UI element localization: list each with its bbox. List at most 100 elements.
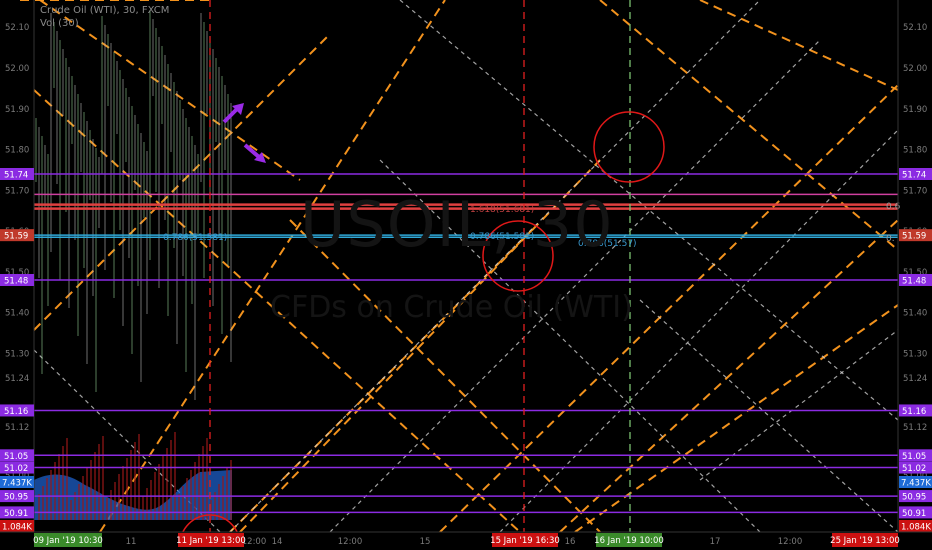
x-tick-label: 12:00 (778, 537, 803, 547)
indicator-label[interactable]: Vol (30) (40, 17, 169, 30)
volume-bar (186, 478, 188, 520)
orange-fan-line (33, 89, 521, 533)
volume-bar (162, 456, 164, 520)
orange-fan-line (289, 219, 601, 533)
fib-label: 0.786(51.581) (470, 232, 534, 242)
date-badge-text: 15 Jan '19 16:30 (490, 536, 560, 546)
y-tick-left: 52.10 (5, 23, 29, 33)
y-tick-right: 52.00 (903, 64, 927, 74)
x-tick-label: 16 (565, 537, 576, 547)
y-tick-left: 51.30 (5, 349, 29, 359)
volume-bar (62, 446, 64, 520)
volume-bar (166, 448, 168, 520)
volume-bar (114, 482, 116, 520)
y-tick-left: 51.90 (5, 105, 29, 115)
fib-edge-label: 0. (886, 234, 895, 244)
orange-fan-line (574, 304, 899, 533)
orange-fan-line (599, 0, 899, 251)
fib-label: 1.618(51.681) (470, 205, 534, 215)
volume-pane (34, 432, 232, 520)
date-badge-text: 16 Jan '19 10:00 (594, 536, 664, 546)
volume-bar (102, 436, 104, 520)
volume-bar (54, 462, 56, 520)
price-badge-left-text: 51.02 (4, 464, 28, 474)
y-tick-right: 51.30 (903, 349, 927, 359)
volume-bar (42, 486, 44, 520)
x-tick-label: 12:00 (338, 537, 363, 547)
price-badge-left-text: 51.59 (4, 232, 28, 242)
y-tick-right: 51.80 (903, 146, 927, 156)
orange-fan-line (559, 219, 899, 533)
orange-fan-line (439, 84, 899, 533)
volume-bar (134, 442, 136, 520)
time-axis: 1112:001412:00151612:001712:0009 Jan '19… (0, 531, 932, 550)
date-badge-text: 25 Jan '19 13:00 (830, 536, 900, 546)
orange-fan-line (699, 0, 899, 91)
volume-bar (38, 494, 40, 520)
y-tick-left: 51.70 (5, 186, 29, 196)
volume-bar (138, 434, 140, 520)
y-tick-right: 51.90 (903, 105, 927, 115)
volume-bar (170, 440, 172, 520)
volume-bar (198, 454, 200, 520)
price-badge-left-text: 51.74 (4, 171, 28, 181)
price-badge-left-text: 51.48 (4, 277, 28, 287)
price-badge-left-text: 50.91 (4, 509, 28, 519)
volume-bar (206, 438, 208, 520)
legend: Crude Oil (WTI), 30, FXCM Vol (30) (40, 4, 169, 30)
y-tick-left: 51.80 (5, 146, 29, 156)
price-badge-right-text: 51.74 (902, 171, 926, 181)
orange-fan-line (99, 0, 446, 533)
volume-bar (110, 490, 112, 520)
white-fan-line (499, 129, 899, 533)
volume-bar (146, 488, 148, 520)
white-fan-line (379, 159, 761, 533)
white-fan-line (699, 329, 899, 481)
price-badge-right-text: 51.48 (902, 277, 926, 287)
x-tick-label: 14 (272, 537, 283, 547)
volume-bar (58, 454, 60, 520)
volume-bar (202, 446, 204, 520)
volume-badge-right-text: 1.084K (901, 523, 931, 533)
y-tick-left: 51.24 (5, 374, 29, 384)
volume-bar (70, 500, 72, 520)
fib-label: 0.786(51.57) (578, 239, 637, 249)
volume-bar (46, 478, 48, 520)
volume-bar (130, 450, 132, 520)
volume-bar (150, 480, 152, 520)
white-fan-line (639, 299, 899, 533)
date-badge-text: 11 Jan '19 13:00 (176, 536, 246, 546)
price-badge-right-text: 51.05 (902, 452, 926, 462)
x-tick-label: 17 (710, 537, 721, 547)
volume-bar (218, 484, 220, 520)
price-badge-right-text: 51.02 (902, 464, 926, 474)
chart-canvas[interactable]: 1.618(51.681) 0.786(51.581) 0.786(51.581) 0… (0, 0, 932, 550)
y-tick-left: 52.00 (5, 64, 29, 74)
y-tick-right: 51.70 (903, 186, 927, 196)
price-badge-left-text: 51.16 (4, 407, 28, 417)
chart-title[interactable]: Crude Oil (WTI), 30, FXCM (40, 4, 169, 17)
price-badge-right-text: 50.95 (902, 493, 926, 503)
y-tick-right: 51.40 (903, 309, 927, 319)
volume-bar (106, 498, 108, 520)
volume-bar (82, 476, 84, 520)
price-badge-left-text: 51.05 (4, 452, 28, 462)
y-tick-right: 51.12 (903, 423, 927, 433)
y-tick-left: 51.40 (5, 309, 29, 319)
x-tick-label: 15 (420, 537, 431, 547)
highlight-circles (179, 111, 665, 550)
fib-label: 0.786(51.581) (163, 233, 227, 243)
volume-bar (90, 460, 92, 520)
volume-badge-left-text: 1.084K (2, 523, 32, 533)
highlight-circle (593, 111, 665, 183)
y-tick-right: 51.24 (903, 374, 927, 384)
volume-bar (78, 484, 80, 520)
gann-fan-lines (20, 0, 899, 533)
volume-bar (158, 464, 160, 520)
volume-bar (66, 438, 68, 520)
price-badge-right-text: 50.91 (902, 509, 926, 519)
volume-bar (222, 476, 224, 520)
orange-fan-line (239, 159, 601, 533)
volume-bar (182, 486, 184, 520)
y-tick-left: 51.12 (5, 423, 29, 433)
